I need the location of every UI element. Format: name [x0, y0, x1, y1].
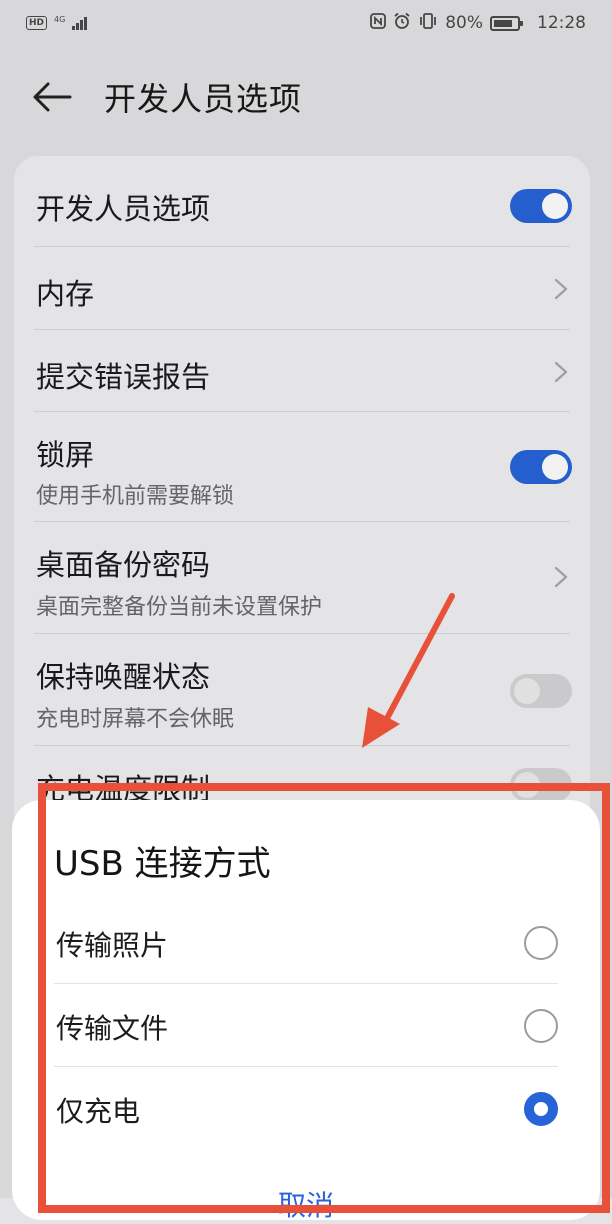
radio-button[interactable]	[524, 1009, 558, 1043]
option-label: 仅充电	[56, 1095, 141, 1128]
radio-button[interactable]	[524, 1092, 558, 1126]
option-label: 传输照片	[56, 929, 169, 962]
radio-button[interactable]	[524, 926, 558, 960]
option-transfer-photos[interactable]: 传输照片	[54, 902, 558, 984]
option-label: 传输文件	[56, 1012, 169, 1045]
usb-connection-dialog: USB 连接方式 传输照片 传输文件 仅充电 取消	[12, 800, 600, 1222]
dialog-title: USB 连接方式	[54, 844, 271, 884]
option-transfer-files[interactable]: 传输文件	[54, 985, 558, 1067]
cancel-button[interactable]: 取消	[12, 1184, 600, 1224]
option-charge-only[interactable]: 仅充电	[54, 1068, 558, 1150]
